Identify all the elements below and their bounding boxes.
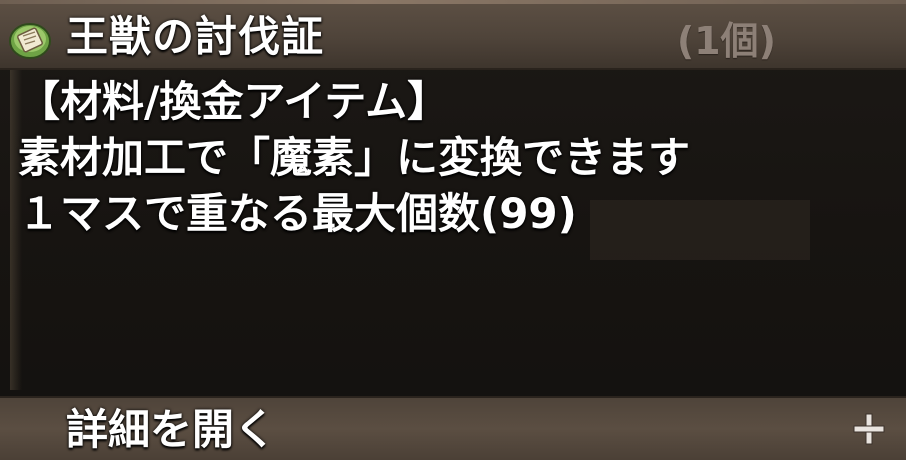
description-stack: １マスで重なる最大個数(99) — [18, 189, 577, 238]
scroll-icon — [8, 20, 52, 60]
item-tooltip: 王獣の討伐証 (1個) 【材料/換金アイテム】 素材加工で「魔素」に変換できます… — [0, 0, 906, 460]
item-description: 【材料/換金アイテム】 素材加工で「魔素」に変換できます １マスで重なる最大個数… — [18, 74, 690, 242]
tooltip-header: 王獣の討伐証 (1個) — [0, 0, 906, 70]
description-text: 素材加工で「魔素」に変換できます — [18, 133, 691, 182]
details-toggle[interactable]: 詳細を開く — [0, 396, 906, 460]
item-count: (1個) — [676, 19, 776, 63]
plus-icon[interactable] — [852, 412, 886, 446]
description-category: 【材料/換金アイテム】 — [18, 77, 450, 126]
details-label: 詳細を開く — [66, 405, 277, 454]
item-name: 王獣の討伐証 — [66, 12, 325, 61]
